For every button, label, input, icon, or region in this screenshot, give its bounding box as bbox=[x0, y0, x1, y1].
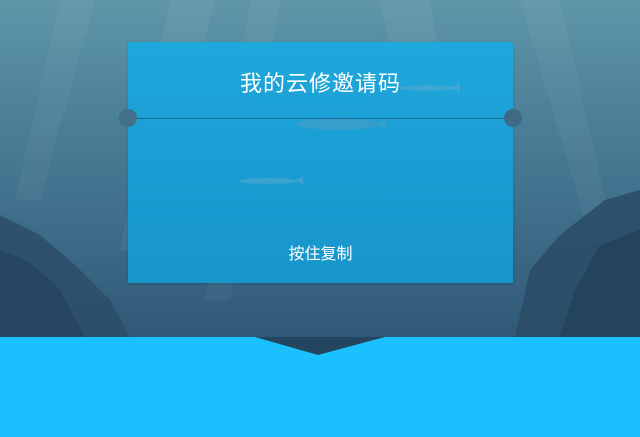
down-arrow-indicator bbox=[255, 337, 385, 355]
ticket-notch-left bbox=[119, 109, 137, 127]
invite-card: 我的云修邀请码 按住复制 bbox=[119, 42, 522, 283]
ticket-notch-right bbox=[504, 109, 522, 127]
ticket-divider bbox=[137, 118, 504, 119]
invite-code-page: 我的云修邀请码 按住复制 bbox=[0, 0, 640, 437]
card-title: 我的云修邀请码 bbox=[239, 72, 401, 97]
press-to-copy-button[interactable]: 按住复制 bbox=[128, 240, 513, 264]
